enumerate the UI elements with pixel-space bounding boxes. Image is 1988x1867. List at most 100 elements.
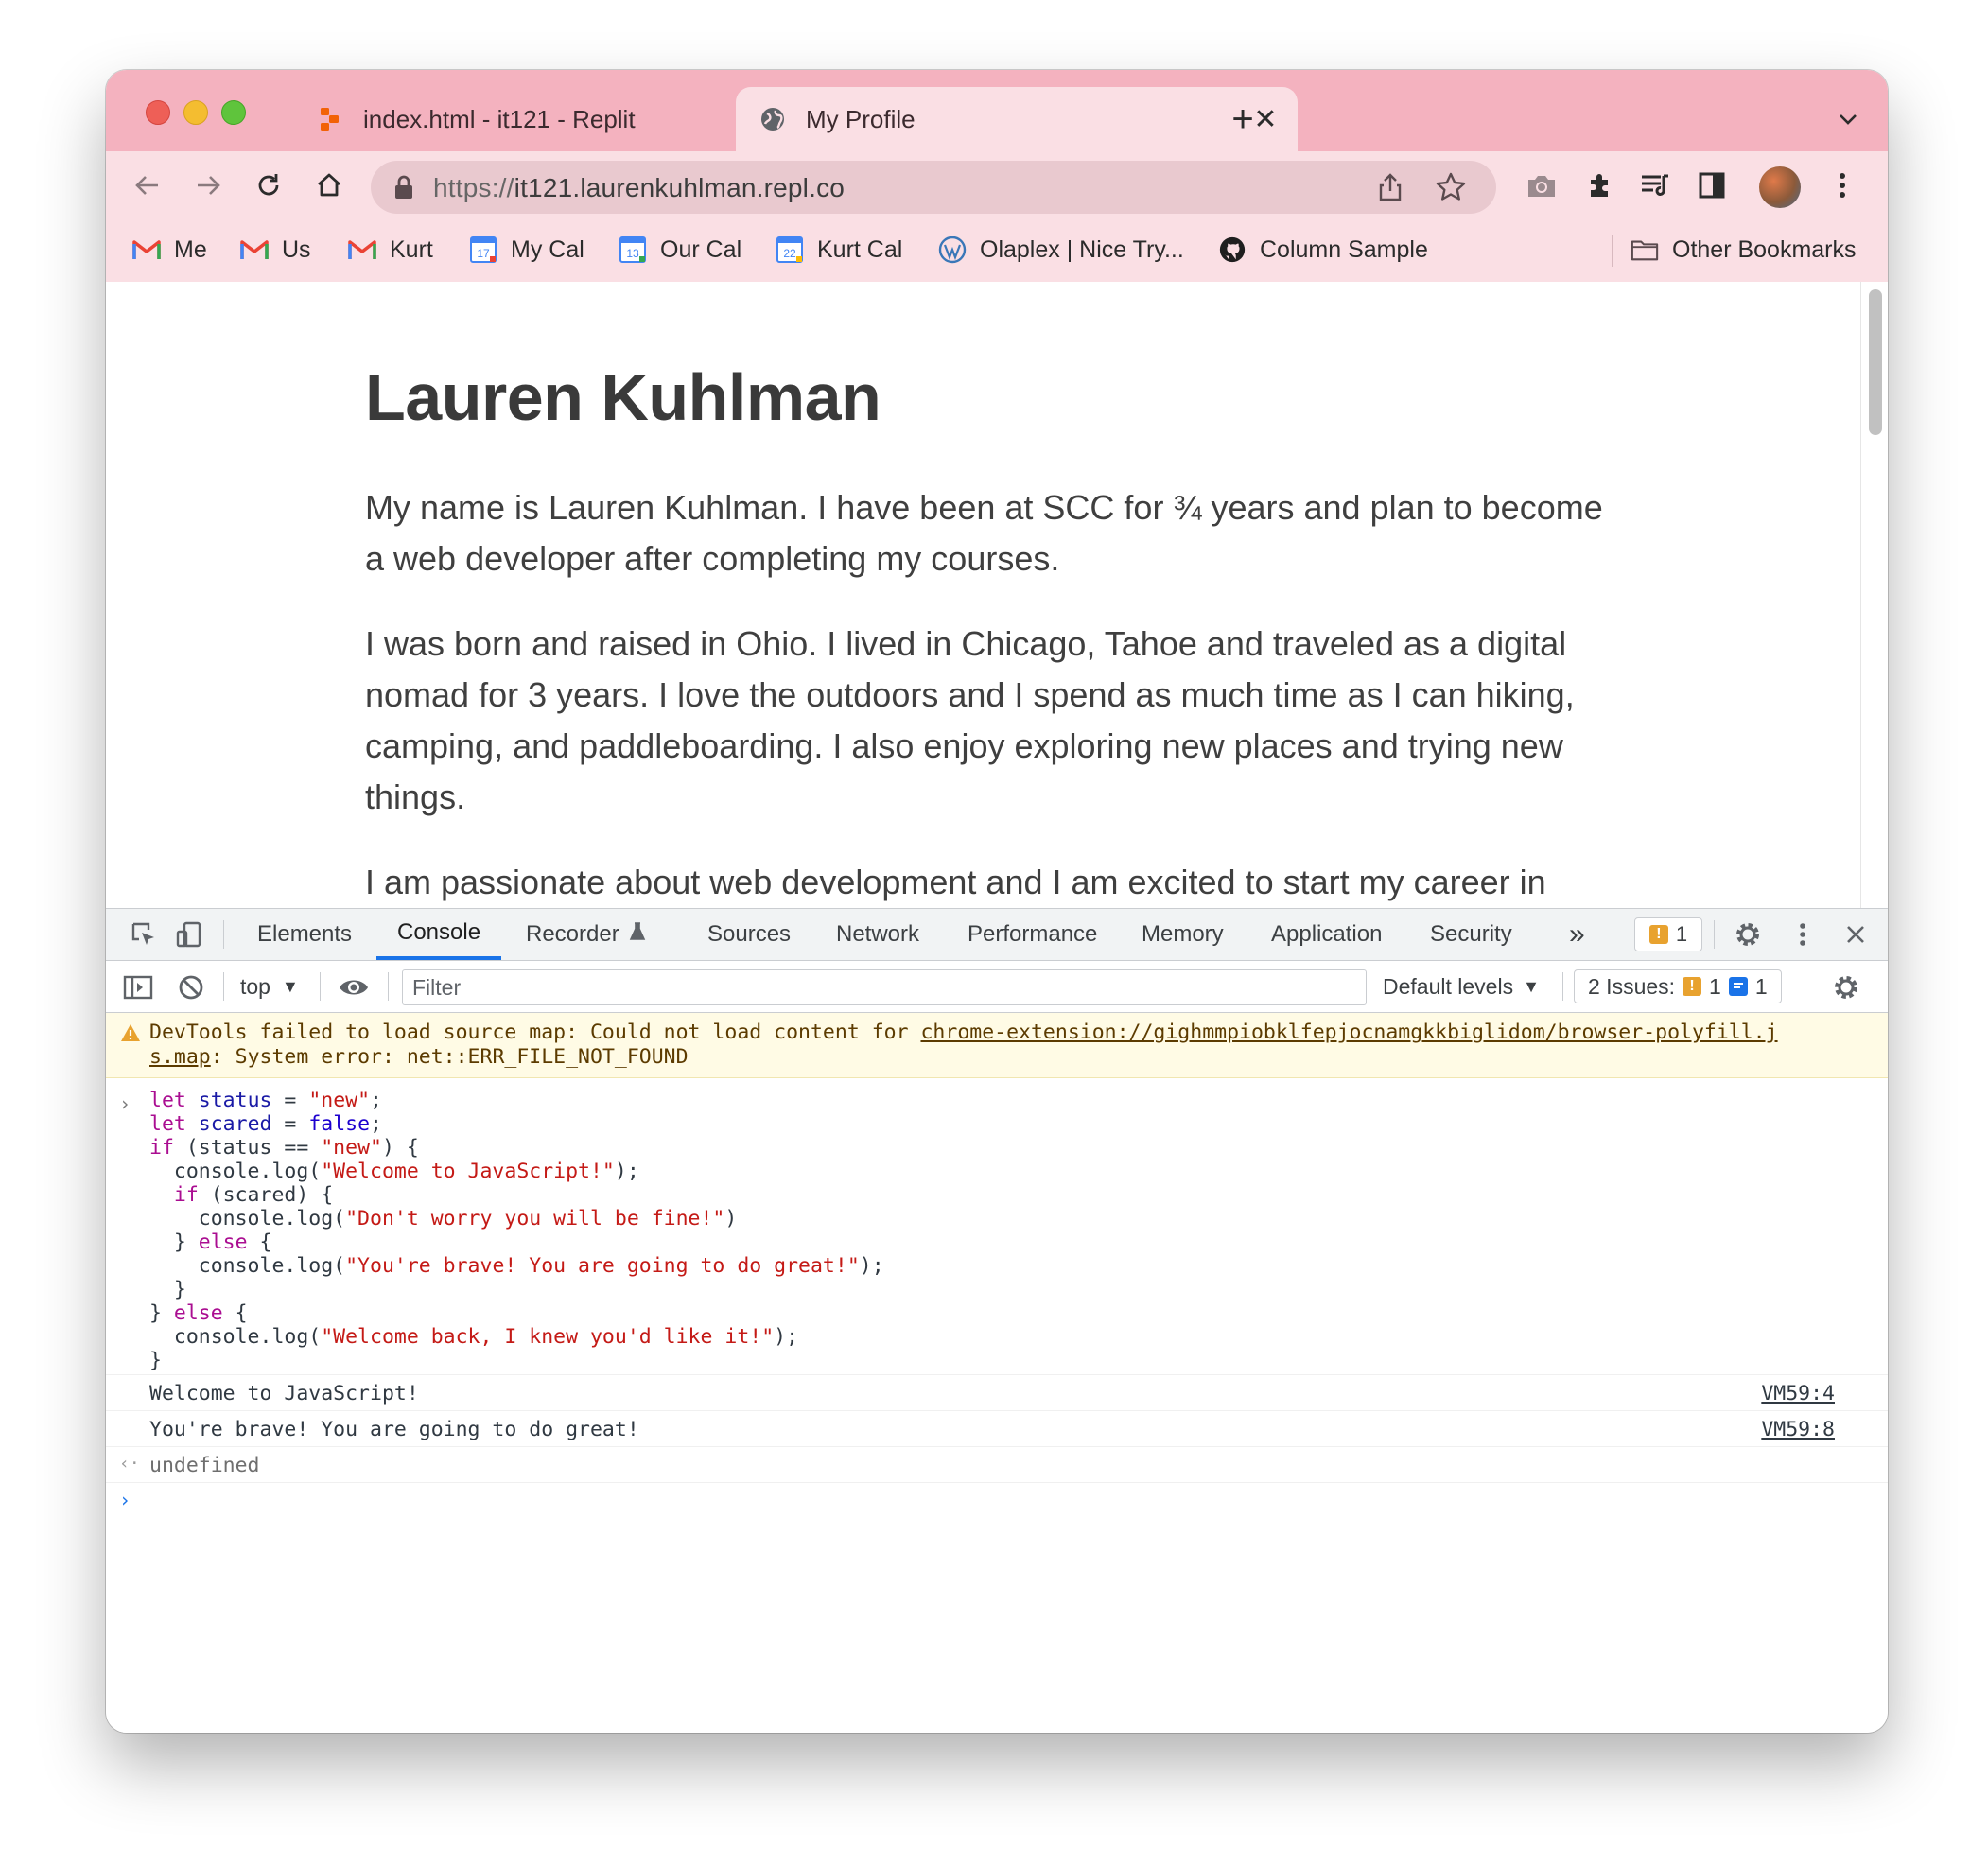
intro-paragraph: My name is Lauren Kuhlman. I have been a… xyxy=(365,488,1603,578)
back-arrow-icon[interactable] xyxy=(125,163,170,208)
camera-icon[interactable] xyxy=(1519,163,1564,208)
warning-error-text: : System error: net::ERR_FILE_NOT_FOUND xyxy=(210,1045,689,1069)
warning-triangle-icon xyxy=(119,1022,142,1049)
console-log-row: Welcome to JavaScript! VM59:4 xyxy=(106,1374,1888,1411)
log-source-link[interactable]: VM59:8 xyxy=(1761,1418,1835,1441)
bookmark-label: Me xyxy=(174,236,207,263)
bookmark-kurt-cal[interactable]: 22 Kurt Cal xyxy=(776,233,902,267)
tab-application[interactable]: Application xyxy=(1271,909,1382,960)
browser-window: index.html - it121 - Replit ✕ My Profile… xyxy=(106,70,1888,1733)
side-panel-icon[interactable] xyxy=(1689,163,1735,208)
bookmark-olaplex[interactable]: Olaplex | Nice Try... xyxy=(938,233,1184,267)
bookmark-me[interactable]: Me xyxy=(132,233,207,267)
zoom-window-button[interactable] xyxy=(221,100,246,125)
devtools-more-icon[interactable] xyxy=(1780,912,1825,957)
issues-badge[interactable]: ! 1 xyxy=(1634,917,1702,951)
bookmark-our-cal[interactable]: 13 Our Cal xyxy=(619,233,741,267)
address-bar[interactable]: https://it121.laurenkuhlman.repl.co xyxy=(371,161,1496,214)
tab-elements[interactable]: Elements xyxy=(257,909,352,960)
url-text[interactable]: https://it121.laurenkuhlman.repl.co xyxy=(433,173,845,203)
tab-title: My Profile xyxy=(806,104,916,133)
console-log-row: You're brave! You are going to do great!… xyxy=(106,1410,1888,1447)
home-icon[interactable] xyxy=(306,163,352,208)
warning-icon: ! xyxy=(1648,925,1668,944)
forward-arrow-icon[interactable] xyxy=(185,163,231,208)
gmail-icon xyxy=(132,236,161,264)
prompt-chevron-icon: › xyxy=(119,1489,131,1511)
svg-text:17: 17 xyxy=(477,247,490,260)
bookmark-label: Kurt Cal xyxy=(817,236,903,263)
reload-icon[interactable] xyxy=(246,163,291,208)
url-host: it121.laurenkuhlman.repl.co xyxy=(514,173,846,202)
console-output[interactable]: DevTools failed to load source map: Coul… xyxy=(106,1013,1888,1733)
career-paragraph: I am passionate about web development an… xyxy=(365,863,1546,901)
lock-icon[interactable] xyxy=(393,174,414,205)
settings-gear-icon[interactable] xyxy=(1725,912,1770,957)
source-map-link[interactable]: chrome-extension://gighmmpiobklfepjocnam… xyxy=(920,1021,1777,1044)
tab-title: index.html - it121 - Replit xyxy=(363,104,636,133)
tab-recorder[interactable]: Recorder xyxy=(526,909,646,960)
sidebar-toggle-icon[interactable] xyxy=(115,965,161,1010)
warning-count: 1 xyxy=(1709,973,1721,999)
return-arrow-icon: ‹· xyxy=(119,1454,140,1474)
console-warning-message: DevTools failed to load source map: Coul… xyxy=(106,1013,1888,1078)
tab-search-chevron-icon[interactable] xyxy=(1829,100,1867,138)
new-tab-button[interactable]: + xyxy=(1220,96,1265,142)
calendar-icon: 22 xyxy=(776,236,804,264)
filter-input[interactable] xyxy=(410,970,1351,1004)
console-toolbar: top ▼ Default levels ▼ 2 Issues: ! 1 1 xyxy=(106,961,1888,1013)
issues-count: 1 xyxy=(1675,922,1688,946)
bookmark-label: Our Cal xyxy=(660,236,742,263)
calendar-icon: 13 xyxy=(619,236,647,264)
issues-counter-button[interactable]: 2 Issues: ! 1 1 xyxy=(1574,969,1782,1003)
context-selector[interactable]: top ▼ xyxy=(240,961,299,1012)
tab-my-profile[interactable]: My Profile ✕ xyxy=(736,87,1298,151)
log-source-link[interactable]: VM59:4 xyxy=(1761,1382,1835,1405)
return-value: undefined xyxy=(149,1454,260,1477)
share-icon[interactable] xyxy=(1373,170,1407,209)
media-queue-icon[interactable] xyxy=(1632,163,1678,208)
tab-network[interactable]: Network xyxy=(836,909,919,960)
tab-memory[interactable]: Memory xyxy=(1142,909,1224,960)
log-message: Welcome to JavaScript! xyxy=(149,1382,419,1405)
bookmark-us[interactable]: Us xyxy=(240,233,311,267)
info-message-icon xyxy=(1728,977,1748,996)
more-menu-icon[interactable] xyxy=(1820,163,1865,208)
live-expression-eye-icon[interactable] xyxy=(331,965,376,1010)
close-devtools-icon[interactable] xyxy=(1833,912,1878,957)
clear-console-icon[interactable] xyxy=(168,965,214,1010)
tab-sources[interactable]: Sources xyxy=(707,909,791,960)
bookmark-column-sample[interactable]: Column Sample xyxy=(1218,233,1428,267)
page-viewport[interactable]: Lauren Kuhlman My name is Lauren Kuhlman… xyxy=(106,282,1888,908)
more-tabs-chevron-icon[interactable]: » xyxy=(1569,909,1585,960)
page-scrollbar[interactable] xyxy=(1860,282,1888,908)
console-settings-gear-icon[interactable] xyxy=(1823,965,1869,1010)
context-value: top xyxy=(240,973,270,999)
bookmark-label: Other Bookmarks xyxy=(1672,236,1857,263)
levels-label: Default levels xyxy=(1383,973,1514,999)
bookmark-other-bookmarks[interactable]: Other Bookmarks xyxy=(1631,233,1857,267)
wordpress-icon xyxy=(938,236,967,264)
bookmarks-separator xyxy=(1612,235,1613,267)
tab-security[interactable]: Security xyxy=(1430,909,1512,960)
console-input-code: let status = "new"; let scared = false; … xyxy=(149,1089,884,1372)
close-window-button[interactable] xyxy=(146,100,170,125)
toolbar-separator xyxy=(320,972,321,1001)
filter-field[interactable] xyxy=(402,969,1367,1005)
source-map-link-continued[interactable]: s.map xyxy=(149,1045,211,1069)
tab-performance[interactable]: Performance xyxy=(968,909,1097,960)
inspect-element-icon[interactable] xyxy=(121,912,166,957)
replit-icon xyxy=(316,105,344,133)
extensions-puzzle-icon[interactable] xyxy=(1578,163,1623,208)
log-levels-dropdown[interactable]: Default levels ▼ xyxy=(1383,961,1540,1012)
profile-avatar[interactable] xyxy=(1759,166,1801,208)
bookmark-kurt[interactable]: Kurt xyxy=(348,233,433,267)
tab-console[interactable]: Console xyxy=(376,909,502,960)
bookmark-star-icon[interactable] xyxy=(1434,170,1468,209)
minimize-window-button[interactable] xyxy=(183,100,208,125)
bookmark-my-cal[interactable]: 17 My Cal xyxy=(469,233,584,267)
device-toolbar-icon[interactable] xyxy=(166,912,212,957)
scrollbar-thumb[interactable] xyxy=(1869,289,1882,435)
console-prompt-row[interactable]: › xyxy=(106,1482,1888,1519)
info-count: 1 xyxy=(1754,973,1768,999)
